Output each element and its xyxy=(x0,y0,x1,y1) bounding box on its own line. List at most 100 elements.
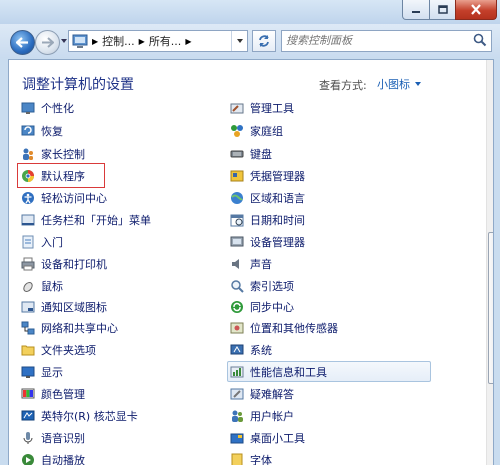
item-region-language[interactable]: 区域和语言 xyxy=(229,188,429,207)
item-mouse[interactable]: 鼠标 xyxy=(20,276,206,295)
recent-pages-dropdown[interactable] xyxy=(61,39,67,43)
item-user-accounts[interactable]: 用户帐户 xyxy=(229,406,429,425)
item-sync-center[interactable]: 同步中心 xyxy=(229,297,429,316)
item-label: 恢复 xyxy=(41,123,63,139)
scrollbar-thumb[interactable] xyxy=(488,232,494,384)
item-label: 通知区域图标 xyxy=(41,299,107,315)
item-notification-area-icons[interactable]: 通知区域图标 xyxy=(20,297,206,316)
chevron-down-icon xyxy=(237,39,243,43)
search-icon[interactable] xyxy=(473,33,487,47)
breadcrumb-item[interactable]: 控制... xyxy=(102,33,135,49)
search-box[interactable] xyxy=(281,30,492,52)
personalization-icon xyxy=(20,100,36,116)
back-button[interactable] xyxy=(10,30,35,55)
item-display[interactable]: 显示 xyxy=(20,362,206,381)
breadcrumb-separator[interactable]: ▶ xyxy=(139,37,145,46)
item-speech-recognition[interactable]: 语音识别 xyxy=(20,428,206,447)
item-troubleshooting[interactable]: 疑难解答 xyxy=(229,384,429,403)
item-label: 家庭组 xyxy=(250,123,283,139)
item-label: 入门 xyxy=(41,234,63,250)
admin-tools-icon xyxy=(229,100,245,116)
item-intel-graphics[interactable]: 英特尔(R) 核芯显卡 xyxy=(20,406,206,425)
network-icon xyxy=(20,320,36,336)
view-by-value[interactable]: 小图标 xyxy=(377,76,410,92)
item-fonts[interactable]: 字体 xyxy=(229,450,429,465)
device-manager-icon xyxy=(229,234,245,250)
minimize-button[interactable] xyxy=(402,0,430,20)
item-device-manager[interactable]: 设备管理器 xyxy=(229,232,429,251)
item-devices-printers[interactable]: 设备和打印机 xyxy=(20,254,206,273)
item-label: 用户帐户 xyxy=(250,408,294,424)
item-getting-started[interactable]: 入门 xyxy=(20,232,206,251)
vertical-scrollbar[interactable] xyxy=(486,60,494,465)
item-parental-controls[interactable]: 家长控制 xyxy=(20,144,206,163)
item-default-programs[interactable]: 默认程序 xyxy=(20,166,206,185)
color-management-icon xyxy=(20,386,36,402)
item-credential-manager[interactable]: 凭据管理器 xyxy=(229,166,429,185)
mouse-icon xyxy=(20,278,36,294)
printer-icon xyxy=(20,256,36,272)
breadcrumb-separator[interactable]: ▶ xyxy=(92,37,98,46)
item-label: 凭据管理器 xyxy=(250,168,305,184)
item-performance-info-tools[interactable]: 性能信息和工具 xyxy=(229,362,429,381)
item-homegroup[interactable]: 家庭组 xyxy=(229,121,429,140)
breadcrumb-separator[interactable]: ▶ xyxy=(185,37,191,46)
item-network-sharing-center[interactable]: 网络和共享中心 xyxy=(20,318,206,337)
maximize-button[interactable] xyxy=(429,0,456,20)
speech-recognition-icon xyxy=(20,430,36,446)
item-label: 个性化 xyxy=(41,100,74,116)
item-label: 性能信息和工具 xyxy=(250,364,327,380)
item-folder-options[interactable]: 文件夹选项 xyxy=(20,340,206,359)
item-label: 家长控制 xyxy=(41,146,85,162)
item-desktop-gadgets[interactable]: 桌面小工具 xyxy=(229,428,429,447)
control-panel-icon xyxy=(72,34,88,48)
view-by-label: 查看方式: xyxy=(319,77,367,93)
item-keyboard[interactable]: 键盘 xyxy=(229,144,429,163)
item-recovery[interactable]: 恢复 xyxy=(20,121,206,140)
item-label: 语音识别 xyxy=(41,430,85,446)
refresh-button[interactable] xyxy=(252,30,276,52)
item-date-time[interactable]: 日期和时间 xyxy=(229,210,429,229)
view-by-dropdown[interactable]: 小图标 xyxy=(377,76,421,92)
breadcrumb-item[interactable]: 所有... xyxy=(149,33,182,49)
user-accounts-icon xyxy=(229,408,245,424)
display-icon xyxy=(20,364,36,380)
item-autoplay[interactable]: 自动播放 xyxy=(20,450,206,465)
item-label: 任务栏和「开始」菜单 xyxy=(41,212,151,228)
address-dropdown-button[interactable] xyxy=(231,31,247,51)
item-color-management[interactable]: 颜色管理 xyxy=(20,384,206,403)
minimize-icon xyxy=(411,6,421,14)
close-button[interactable] xyxy=(455,0,497,20)
item-personalization[interactable]: 个性化 xyxy=(20,98,206,117)
maximize-icon xyxy=(438,5,448,14)
item-label: 管理工具 xyxy=(250,100,294,116)
item-admin-tools[interactable]: 管理工具 xyxy=(229,98,429,117)
item-sound[interactable]: 声音 xyxy=(229,254,429,273)
item-location-sensors[interactable]: 位置和其他传感器 xyxy=(229,318,429,337)
item-label: 区域和语言 xyxy=(250,190,305,206)
troubleshooting-icon xyxy=(229,386,245,402)
item-taskbar-start-menu[interactable]: 任务栏和「开始」菜单 xyxy=(20,210,206,229)
indexing-icon xyxy=(229,278,245,294)
item-label: 默认程序 xyxy=(41,168,85,184)
item-label: 疑难解答 xyxy=(250,386,294,402)
item-label: 桌面小工具 xyxy=(250,430,305,446)
item-indexing-options[interactable]: 索引选项 xyxy=(229,276,429,295)
refresh-icon xyxy=(257,34,271,48)
forward-button[interactable] xyxy=(35,30,60,55)
ease-of-access-icon xyxy=(20,190,36,206)
homegroup-icon xyxy=(229,123,245,139)
item-label: 声音 xyxy=(250,256,272,272)
item-label: 英特尔(R) 核芯显卡 xyxy=(41,408,138,424)
search-input[interactable] xyxy=(282,31,470,49)
item-label: 键盘 xyxy=(250,146,272,162)
item-ease-of-access[interactable]: 轻松访问中心 xyxy=(20,188,206,207)
item-label: 颜色管理 xyxy=(41,386,85,402)
date-time-icon xyxy=(229,212,245,228)
address-bar[interactable]: ▶ 控制... ▶ 所有... ▶ xyxy=(68,30,248,52)
sound-icon xyxy=(229,256,245,272)
taskbar-icon xyxy=(20,212,36,228)
item-system[interactable]: 系统 xyxy=(229,340,429,359)
item-label: 同步中心 xyxy=(250,299,294,315)
fonts-icon xyxy=(229,452,245,465)
